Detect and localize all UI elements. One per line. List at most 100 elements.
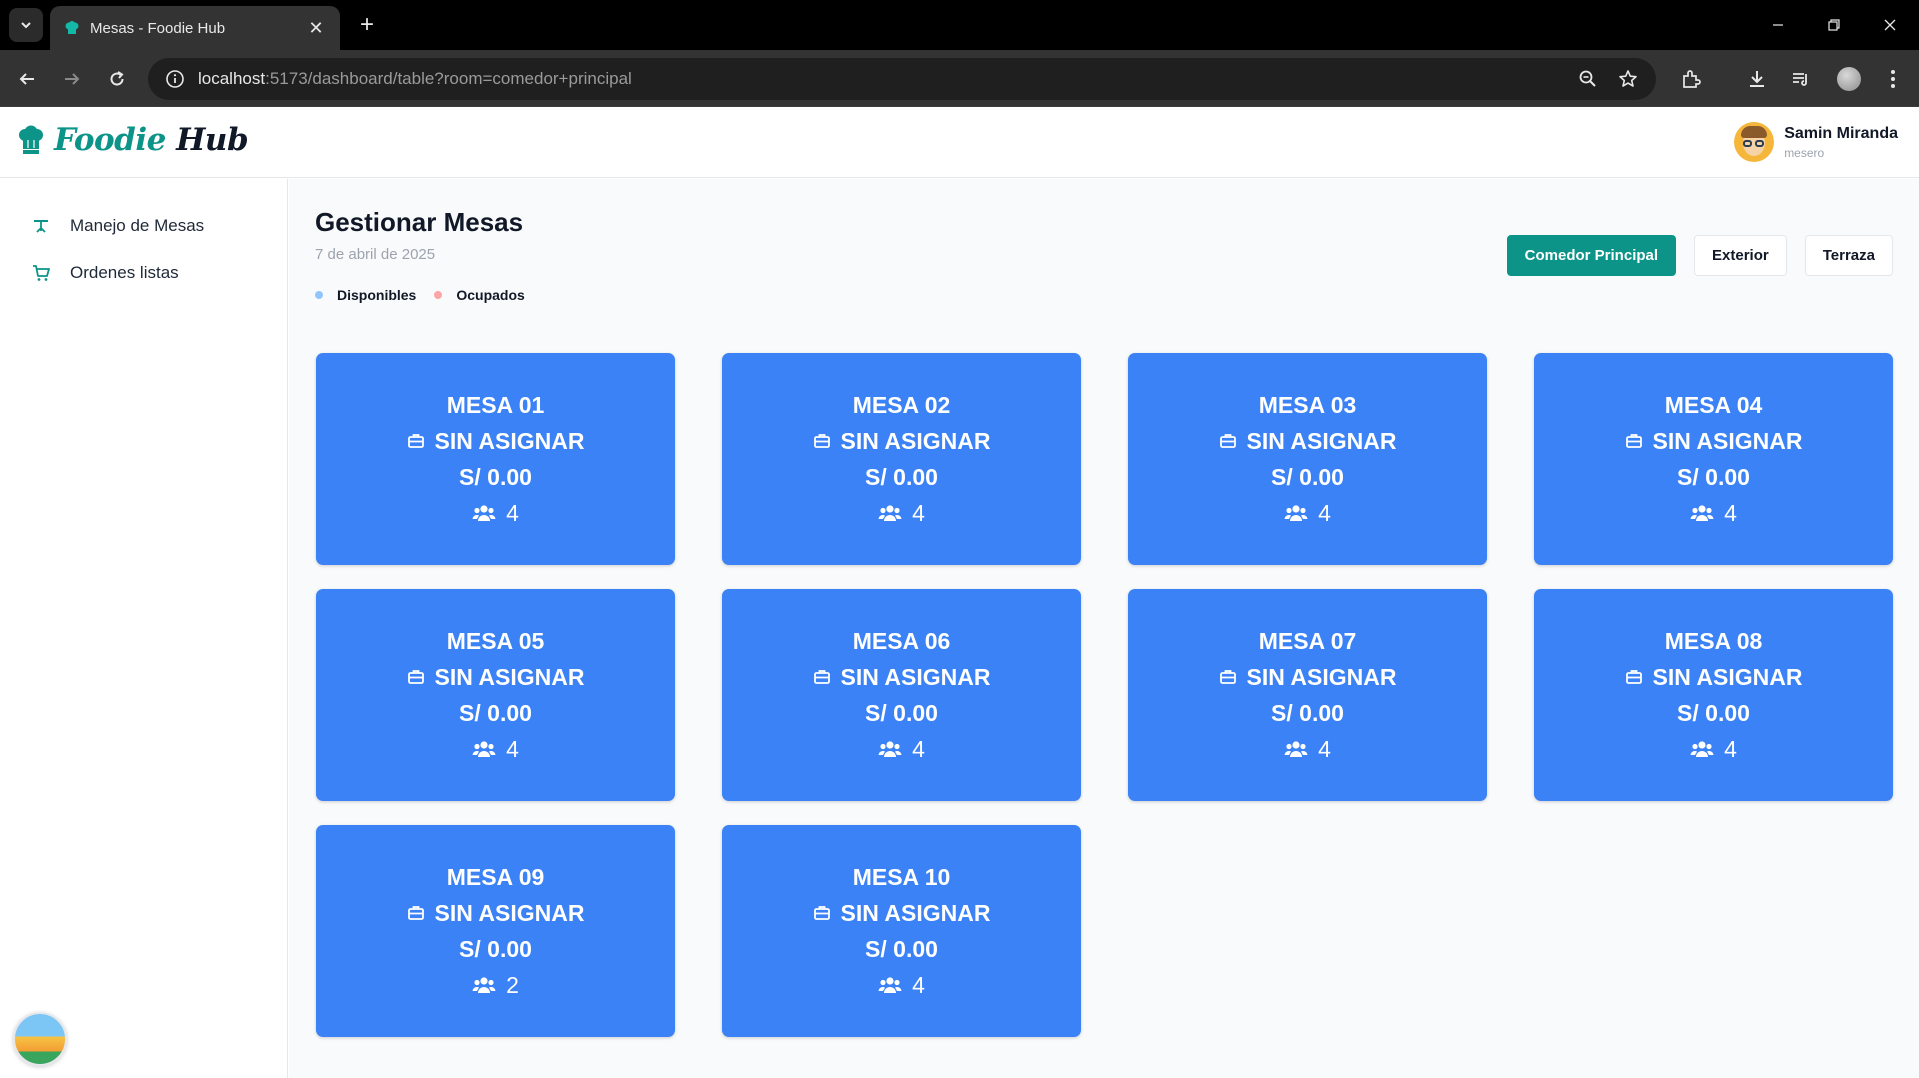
table-status: SIN ASIGNAR: [840, 899, 991, 926]
url-path: :5173/dashboard/table?room=comedor+princ…: [265, 69, 632, 88]
restore-button[interactable]: [1814, 10, 1854, 40]
tab-search-button[interactable]: [9, 8, 43, 42]
briefcase-icon: [1625, 670, 1642, 684]
zoom-icon[interactable]: [1571, 62, 1605, 96]
minimize-icon: [1773, 24, 1783, 26]
table-card[interactable]: MESA 06 SIN ASIGNAR S/ 0.00 4: [722, 589, 1081, 801]
page-date: 7 de abril de 2025: [315, 246, 436, 263]
legend-dot-ocupados: [434, 291, 443, 299]
briefcase-icon: [813, 670, 830, 684]
table-name: MESA 02: [852, 391, 951, 418]
room-button-terraza[interactable]: Terraza: [1804, 235, 1893, 276]
table-card[interactable]: MESA 10 SIN ASIGNAR S/ 0.00 4: [722, 825, 1081, 1037]
table-amount: S/ 0.00: [1271, 699, 1344, 726]
table-name: MESA 09: [446, 863, 545, 890]
main-content: Gestionar Mesas 7 de abril de 2025 Dispo…: [289, 179, 1919, 1078]
back-button[interactable]: [10, 62, 44, 96]
arrow-left-icon: [19, 73, 34, 85]
table-capacity: 4: [1318, 499, 1331, 526]
room-button-comedor-principal[interactable]: Comedor Principal: [1506, 235, 1677, 276]
media-control-icon[interactable]: [1784, 62, 1818, 96]
table-card[interactable]: MESA 01 SIN ASIGNAR S/ 0.00 4: [316, 353, 675, 565]
table-capacity: 4: [506, 735, 519, 762]
reload-button[interactable]: [100, 62, 134, 96]
extensions-icon[interactable]: [1674, 62, 1708, 96]
table-name: MESA 10: [852, 863, 951, 890]
close-window-button[interactable]: [1870, 10, 1910, 40]
tables-grid: MESA 01 SIN ASIGNAR S/ 0.00 4 MESA 02 SIN ASI…: [316, 353, 1893, 1037]
table-card[interactable]: MESA 09 SIN ASIGNAR S/ 0.00 2: [316, 825, 675, 1037]
table-status: SIN ASIGNAR: [1652, 663, 1803, 690]
browser-tab[interactable]: Mesas - Foodie Hub ✕: [50, 6, 340, 50]
table-card[interactable]: MESA 08 SIN ASIGNAR S/ 0.00 4: [1534, 589, 1893, 801]
table-status: SIN ASIGNAR: [434, 427, 585, 454]
table-name: MESA 05: [446, 627, 545, 654]
sidebar-item-label: Manejo de Mesas: [70, 216, 205, 235]
legend-dot-disponibles: [315, 291, 323, 299]
browser-menu-icon[interactable]: [1876, 62, 1910, 96]
floating-app-icon[interactable]: [13, 1012, 67, 1066]
profile-avatar-button[interactable]: [1832, 62, 1866, 96]
table-status: SIN ASIGNAR: [1246, 427, 1397, 454]
users-icon: [472, 505, 496, 521]
restore-icon: [1828, 19, 1840, 31]
bookmark-star-icon[interactable]: [1611, 62, 1645, 96]
forward-button[interactable]: [55, 62, 89, 96]
chef-hat-icon: [19, 125, 43, 154]
briefcase-icon: [1219, 434, 1236, 448]
users-icon: [1284, 741, 1308, 757]
table-amount: S/ 0.00: [459, 935, 532, 962]
tab-close-icon[interactable]: ✕: [306, 18, 326, 39]
briefcase-icon: [813, 906, 830, 920]
download-icon[interactable]: [1740, 62, 1774, 96]
table-amount: S/ 0.00: [865, 699, 938, 726]
url-host: localhost: [198, 69, 266, 88]
table-card[interactable]: MESA 05 SIN ASIGNAR S/ 0.00 4: [316, 589, 675, 801]
cart-icon: [30, 262, 52, 284]
users-icon: [878, 741, 902, 757]
users-icon: [1690, 505, 1714, 521]
browser-toolbar: localhost:5173/dashboard/table?room=come…: [0, 50, 1919, 107]
table-icon: [30, 215, 52, 237]
table-amount: S/ 0.00: [1271, 463, 1344, 490]
users-icon: [1284, 505, 1308, 521]
table-name: MESA 07: [1258, 627, 1357, 654]
room-button-exterior[interactable]: Exterior: [1694, 235, 1787, 276]
user-role: mesero: [1784, 145, 1825, 160]
sidebar-item-ordenes-listas[interactable]: Ordenes listas: [30, 262, 179, 284]
table-card[interactable]: MESA 07 SIN ASIGNAR S/ 0.00 4: [1128, 589, 1487, 801]
chef-hat-icon: [65, 21, 79, 34]
table-amount: S/ 0.00: [1677, 699, 1750, 726]
table-amount: S/ 0.00: [459, 699, 532, 726]
table-card[interactable]: MESA 04 SIN ASIGNAR S/ 0.00 4: [1534, 353, 1893, 565]
table-status: SIN ASIGNAR: [840, 663, 991, 690]
table-name: MESA 06: [852, 627, 951, 654]
table-amount: S/ 0.00: [459, 463, 532, 490]
logo[interactable]: Foodie Hub: [18, 122, 249, 158]
legend-label-disponibles: Disponibles: [337, 287, 417, 303]
briefcase-icon: [1219, 670, 1236, 684]
profile-picture: [1837, 67, 1861, 91]
table-amount: S/ 0.00: [865, 463, 938, 490]
sidebar-item-label: Ordenes listas: [70, 263, 179, 282]
table-amount: S/ 0.00: [865, 935, 938, 962]
table-card[interactable]: MESA 02 SIN ASIGNAR S/ 0.00 4: [722, 353, 1081, 565]
avatar: [1734, 122, 1775, 162]
users-icon: [878, 505, 902, 521]
minimize-button[interactable]: [1758, 10, 1798, 40]
user-menu[interactable]: Samin Miranda mesero: [1734, 122, 1898, 162]
app-header: Foodie Hub Samin Miranda mesero: [0, 108, 1919, 178]
briefcase-icon: [1625, 434, 1642, 448]
address-bar[interactable]: localhost:5173/dashboard/table?room=come…: [148, 58, 1656, 100]
briefcase-icon: [407, 670, 424, 684]
page-title: Gestionar Mesas: [315, 207, 524, 237]
table-card[interactable]: MESA 03 SIN ASIGNAR S/ 0.00 4: [1128, 353, 1487, 565]
new-tab-button[interactable]: +: [352, 10, 382, 40]
sidebar-item-manejo-de-mesas[interactable]: Manejo de Mesas: [30, 215, 204, 237]
close-icon: [1884, 19, 1896, 31]
site-info-icon[interactable]: [162, 66, 188, 92]
logo-text: Foodie Hub: [54, 122, 249, 158]
chevron-down-icon: [21, 22, 31, 29]
table-capacity: 4: [506, 499, 519, 526]
url-text: localhost:5173/dashboard/table?room=come…: [198, 69, 632, 89]
